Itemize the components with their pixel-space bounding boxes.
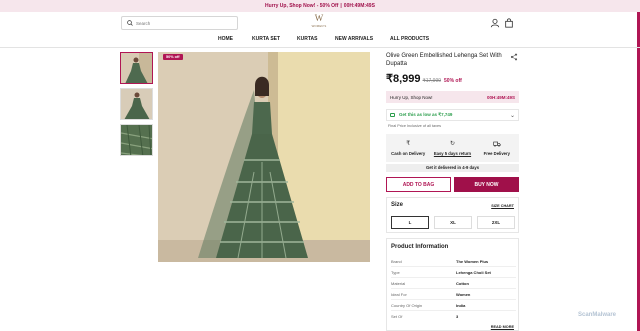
nav-item-kurta-set[interactable]: KURTA SET [252,36,280,42]
share-icon[interactable] [510,53,518,61]
thumb-image-3 [121,125,152,155]
size-option-2xl[interactable]: 2XL [477,216,515,229]
feature-cod: ₹ Cash on Delivery [386,134,430,162]
thumb-image-1 [121,53,152,83]
offer-tag-icon [390,113,395,117]
feature-return-label[interactable]: Easy 5 days return [434,151,471,156]
gallery-thumb-3[interactable] [120,124,153,156]
gallery-thumb-1[interactable] [120,52,153,84]
info-value: 3 [456,314,459,319]
feature-free-delivery: Free Delivery [475,134,519,162]
announcement-timer: 00H:49M:49S [343,3,375,9]
price-row: ₹8,999 ₹17,999 50% off [386,72,462,85]
size-heading: Size [391,202,404,208]
info-row-type: Type Lehenga Choli Set [391,267,516,278]
info-row-origin: Country Of Origin India [391,300,516,311]
info-row-brand: Brand The Women Plus [391,256,516,267]
sale-price: ₹8,999 [386,73,421,85]
return-icon: ↻ [449,141,455,147]
product-title: Olive Green Embellished Lehenga Set With… [386,53,502,67]
nav-item-all-products[interactable]: ALL PRODUCTS [390,36,429,42]
nav-item-home[interactable]: HOME [218,36,233,42]
product-info: Olive Green Embellished Lehenga Set With… [386,52,520,68]
logo-mark: W [314,13,324,23]
bag-icon[interactable] [504,18,514,28]
size-option-xl[interactable]: XL [434,216,472,229]
add-to-bag-button[interactable]: ADD TO BAG [386,177,451,192]
rupee-icon: ₹ [406,141,411,147]
main-nav: HOME KURTA SET KURTAS NEW ARRIVALS ALL P… [0,35,640,48]
offer-text: Get this as low as ₹7,749 [399,112,453,117]
info-value: Women [456,291,471,297]
size-option-l[interactable]: L [391,216,429,229]
buy-now-button[interactable]: BUY NOW [454,177,519,192]
product-main-image[interactable]: 50% off [158,52,370,262]
hurry-banner: Hurry Up, Shop Now! 00H:49M:49S [386,91,519,103]
discount-badge: 50% off [163,54,183,60]
size-selector: Size SIZE CHART L XL 2XL [386,197,519,233]
announcement-bar: Hurry Up, Shop Now! - 50% Off | 00H:49M:… [0,0,640,12]
gallery-thumb-2[interactable] [120,88,153,120]
hurry-text: Hurry Up, Shop Now! [390,94,433,100]
info-value: Cotton [456,280,469,286]
info-key: Brand [391,258,402,264]
search-box[interactable] [121,16,238,30]
original-price: ₹17,999 [422,78,442,84]
user-icon[interactable] [490,18,500,28]
feature-cod-label: Cash on Delivery [391,151,426,156]
info-row-ideal-for: Ideal For Women [391,289,516,300]
search-icon [127,20,133,26]
info-key: Country Of Origin [391,302,423,308]
info-key: Material [391,280,406,286]
info-row-material: Material Cotton [391,278,516,289]
nav-item-kurtas[interactable]: KURTAS [297,36,317,42]
announcement-text: Hurry Up, Shop Now! - 50% Off [265,3,339,9]
info-value: The Women Plus [456,258,489,264]
delivery-estimate: Get it delivered in 4-9 days [386,164,519,172]
feature-return[interactable]: ↻ Easy 5 days return [430,134,474,162]
info-key: Ideal For [391,291,407,297]
logo-text: WOMEN'S [311,24,327,28]
feature-strip: ₹ Cash on Delivery ↻ Easy 5 days return … [386,134,519,162]
thumb-image-2 [121,89,152,119]
info-value: Lehenga Choli Set [456,269,491,275]
offer-row[interactable]: Get this as low as ₹7,749 ⌄ [386,109,519,121]
info-row-set-of: Set Of 3 [391,311,516,322]
brand-logo[interactable]: W WOMEN'S [310,14,328,34]
discount-text: 50% off [444,78,462,84]
site-header: W WOMEN'S [0,12,640,35]
info-key: Type [391,269,400,275]
announcement-separator: | [340,3,342,9]
search-input[interactable] [136,20,231,26]
info-key: Set Of [391,314,403,319]
product-information: Product Information Brand The Women Plus… [386,238,519,331]
product-information-heading: Product Information [391,244,449,250]
size-chart-link[interactable]: SIZE CHART [491,204,514,208]
tax-note: Final Price Inclusive of all taxes [388,124,441,128]
read-more-link[interactable]: READ MORE [491,325,514,329]
watermark: ScanMalware [578,312,617,318]
feature-free-delivery-label: Free Delivery [483,151,510,156]
nav-item-new-arrivals[interactable]: NEW ARRIVALS [335,36,373,42]
hurry-timer: 00H:49M:49S [486,94,515,100]
truck-icon [493,141,501,147]
product-photo [158,52,370,262]
info-value: India [456,302,466,308]
chevron-down-icon: ⌄ [509,112,515,119]
